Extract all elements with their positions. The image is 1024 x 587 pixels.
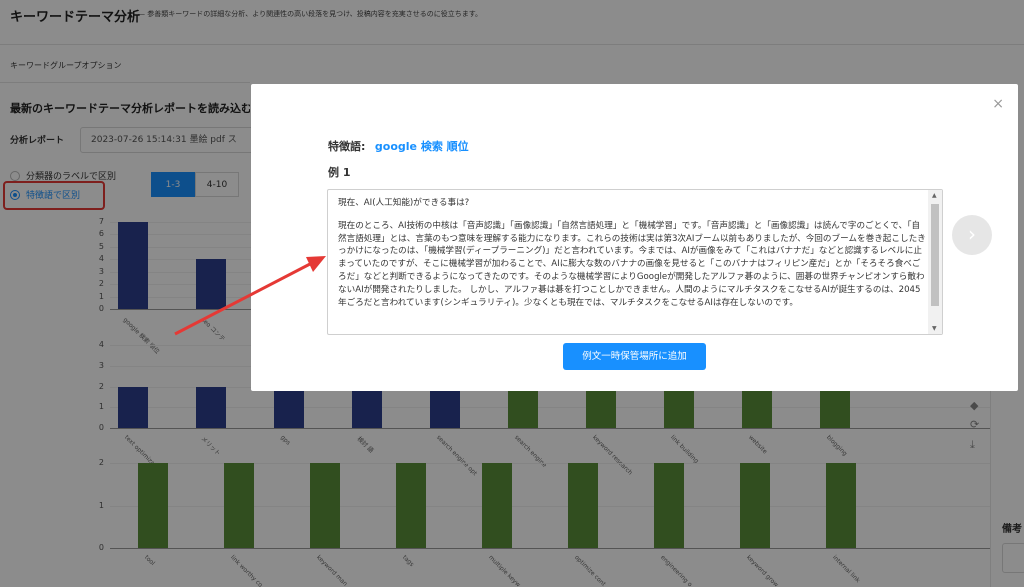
chevron-right-icon: › <box>968 222 976 246</box>
scroll-up-icon[interactable]: ▲ <box>932 192 937 199</box>
text-scrollbar[interactable]: ▲ ▼ <box>928 190 942 334</box>
scroll-down-icon[interactable]: ▼ <box>932 325 937 332</box>
example-text-area[interactable]: 現在、AI(人工知能)ができる事は? 現在のところ、AI技術の中核は「音声認識」… <box>327 189 943 335</box>
feature-word-label: 特徴語: <box>328 140 366 153</box>
feature-word-row: 特徴語: google 検索 順位 <box>328 138 469 154</box>
scroll-thumb[interactable] <box>931 204 939 306</box>
example-question: 現在、AI(人工知能)ができる事は? <box>338 198 470 208</box>
example-title: 例 1 <box>328 166 351 179</box>
example-sentence-modal: × 特徴語: google 検索 順位 例 1 現在、AI(人工知能)ができる事… <box>251 84 1018 391</box>
example-body: 現在のところ、AI技術の中核は「音声認識」「画像認識」「自然言語処理」と「機械学… <box>338 220 926 308</box>
feature-word-value[interactable]: google 検索 順位 <box>375 140 469 153</box>
close-icon[interactable]: × <box>992 96 1004 112</box>
next-example-button[interactable]: › <box>952 215 992 255</box>
add-to-clipboard-button[interactable]: 例文一時保管場所に追加 <box>563 343 706 370</box>
